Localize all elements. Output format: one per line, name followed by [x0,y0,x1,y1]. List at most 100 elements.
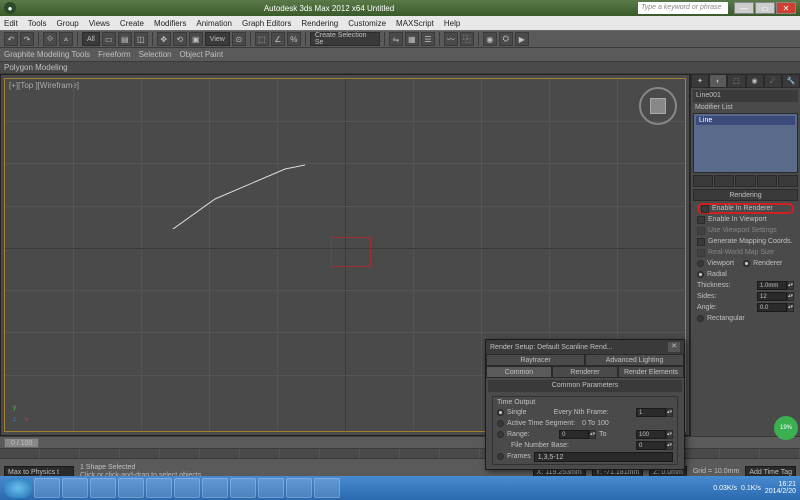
range-radio[interactable] [497,431,504,438]
real-world-checkbox[interactable]: Real-World Map Size [697,247,794,258]
taskbar-item[interactable] [146,478,172,498]
scale-button[interactable]: ▣ [189,32,203,46]
minimize-button[interactable]: — [734,2,754,14]
active-segment-radio[interactable] [497,420,504,427]
close-button[interactable]: ✕ [776,2,796,14]
sides-spinner[interactable]: 12▴▾ [757,292,794,301]
ribbon-tab-objectpaint[interactable]: Object Paint [180,50,224,59]
viewcube[interactable] [639,87,677,125]
pivot-button[interactable]: ⊙ [232,32,246,46]
help-search-input[interactable]: Type a keyword or phrase [638,2,728,14]
taskbar-item[interactable] [258,478,284,498]
rotate-button[interactable]: ⟲ [173,32,187,46]
ribbon-tab-freeform[interactable]: Freeform [98,50,130,59]
viewport-radio[interactable] [697,260,704,267]
percent-snap-toggle[interactable]: % [287,32,301,46]
pin-stack-button[interactable] [693,175,713,187]
modifier-stack[interactable]: Line [693,113,798,173]
named-selection-dropdown[interactable]: Create Selection Se [310,32,380,46]
menu-edit[interactable]: Edit [4,19,18,28]
taskbar-item[interactable] [174,478,200,498]
enable-in-renderer-checkbox[interactable]: Enable In Renderer [697,203,794,214]
menu-graph-editors[interactable]: Graph Editors [242,19,291,28]
object-name-field[interactable]: Line001 [693,90,798,102]
tab-common[interactable]: Common [486,366,552,378]
taskbar-item[interactable] [90,478,116,498]
remove-modifier-button[interactable] [757,175,777,187]
menu-tools[interactable]: Tools [28,19,47,28]
clock-time[interactable]: 16:21 [765,481,796,488]
menu-modifiers[interactable]: Modifiers [154,19,186,28]
modifier-list-label[interactable]: Modifier List [691,104,800,111]
move-button[interactable]: ✥ [157,32,171,46]
create-tab-icon[interactable]: ✦ [691,74,709,88]
render-setup-dialog[interactable]: Render Setup: Default Scanline Rend...✕ … [485,339,685,470]
generate-mapping-checkbox[interactable]: Generate Mapping Coords. [697,236,794,247]
nth-frame-spinner[interactable]: 1▴▾ [636,408,673,417]
hierarchy-tab-icon[interactable]: ⬚ [727,74,745,88]
layers-button[interactable]: ☰ [421,32,435,46]
renderer-radio[interactable] [743,260,750,267]
taskbar-item[interactable] [230,478,256,498]
modify-tab-icon[interactable]: ◐ [709,74,727,88]
align-button[interactable]: ▦ [405,32,419,46]
use-viewport-settings-checkbox[interactable]: Use Viewport Settings [697,225,794,236]
range-from-spinner[interactable]: 0▴▾ [559,430,596,439]
ref-coord-dropdown[interactable]: View [205,32,230,46]
single-radio[interactable] [497,409,504,416]
menu-animation[interactable]: Animation [196,19,232,28]
common-parameters-rollout[interactable]: Common Parameters [488,380,682,392]
material-editor-button[interactable]: ◉ [483,32,497,46]
menu-customize[interactable]: Customize [348,19,386,28]
tab-renderer[interactable]: Renderer [552,366,618,378]
utilities-tab-icon[interactable]: 🔧 [782,74,800,88]
enable-in-viewport-checkbox[interactable]: Enable In Viewport [697,214,794,225]
frames-input[interactable]: 1,3,5-12 [534,452,673,462]
display-tab-icon[interactable]: ☄ [764,74,782,88]
network-monitor-badge[interactable]: 19% [774,416,798,440]
thickness-spinner[interactable]: 1.0mm▴▾ [757,281,794,290]
redo-button[interactable]: ↷ [20,32,34,46]
app-icon[interactable]: ● [4,2,16,14]
taskbar-item[interactable] [62,478,88,498]
rectangular-radio[interactable] [697,315,704,322]
taskbar-item[interactable] [118,478,144,498]
unlink-button[interactable]: ⟑ [59,32,73,46]
curve-editor-button[interactable]: 〰 [444,32,458,46]
render-button[interactable]: ▶ [515,32,529,46]
frames-radio[interactable] [497,453,504,460]
render-setup-button[interactable]: ⛭ [499,32,513,46]
schematic-button[interactable]: ⿻ [460,32,474,46]
clock-date[interactable]: 2014/2/20 [765,488,796,495]
time-slider-handle[interactable]: 0 / 100 [4,438,39,448]
maximize-button[interactable]: ▭ [755,2,775,14]
menu-help[interactable]: Help [444,19,460,28]
transform-gizmo[interactable] [331,237,371,267]
select-name-button[interactable]: ▤ [118,32,132,46]
start-button[interactable] [4,478,32,498]
angle-snap-toggle[interactable]: ∠ [271,32,285,46]
taskbar-item[interactable] [34,478,60,498]
taskbar-item[interactable] [314,478,340,498]
mirror-button[interactable]: ⇋ [389,32,403,46]
undo-button[interactable]: ↶ [4,32,18,46]
make-unique-button[interactable] [735,175,755,187]
ribbon-tab-selection[interactable]: Selection [139,50,172,59]
dialog-close-button[interactable]: ✕ [668,342,680,352]
spline-object[interactable] [5,79,305,229]
taskbar-item[interactable] [286,478,312,498]
link-button[interactable]: ⟐ [43,32,57,46]
motion-tab-icon[interactable]: ◉ [746,74,764,88]
configure-sets-button[interactable] [778,175,798,187]
menu-maxscript[interactable]: MAXScript [396,19,434,28]
range-to-spinner[interactable]: 100▴▾ [636,430,673,439]
snap-toggle[interactable]: ⬚ [255,32,269,46]
ribbon-tab-modeling[interactable]: Graphite Modeling Tools [4,50,90,59]
radial-radio[interactable] [697,271,704,278]
show-end-result-button[interactable] [714,175,734,187]
tab-raytracer[interactable]: Raytracer [486,354,585,366]
taskbar-item[interactable] [202,478,228,498]
stack-item-line[interactable]: Line [696,116,795,125]
select-button[interactable]: ▭ [102,32,116,46]
rendering-rollout-title[interactable]: Rendering [693,189,798,201]
